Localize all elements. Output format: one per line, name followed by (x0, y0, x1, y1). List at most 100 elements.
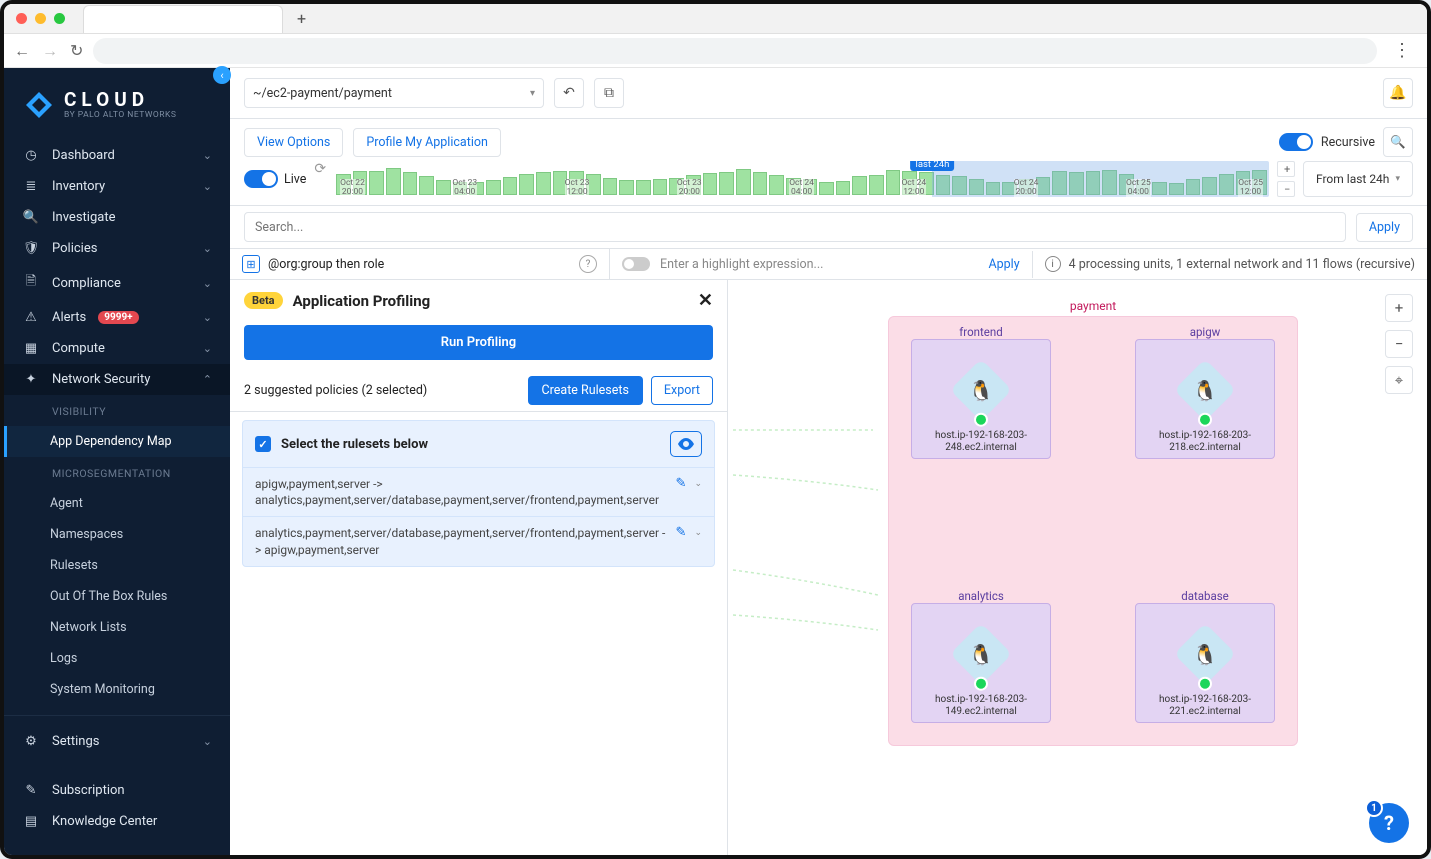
sidebar-nav: ◷Dashboard⌄ ≣Inventory⌄ 🔍Investigate 🛡Po… (4, 136, 230, 855)
graph-node-analytics[interactable]: analytics 🐧 host.ip-192-168-203-149.ec2.… (911, 603, 1051, 723)
panel-header: Beta Application Profiling ✕ (230, 280, 727, 321)
graph-node-apigw[interactable]: apigw 🐧 host.ip-192-168-203-218.ec2.inte… (1135, 339, 1275, 459)
sidebar-item-investigate[interactable]: 🔍Investigate (4, 202, 230, 233)
create-rulesets-button[interactable]: Create Rulesets (528, 376, 643, 405)
ruleset-row[interactable]: apigw,payment,server -> analytics,paymen… (243, 467, 714, 516)
graph-zoom-out[interactable]: − (1385, 330, 1413, 358)
sidebar-item-policies[interactable]: 🛡Policies⌄ (4, 233, 230, 264)
book-icon: ▤ (22, 814, 40, 829)
sidebar-item-settings[interactable]: ⚙Settings⌄ (4, 726, 230, 757)
live-indicator: Live (244, 161, 306, 197)
info-icon: i (1045, 256, 1061, 272)
sidebar-item-agent[interactable]: Agent (4, 488, 230, 519)
sidebar-item-system-monitoring[interactable]: System Monitoring (4, 674, 230, 705)
search-input[interactable] (244, 212, 1346, 242)
graph-node-frontend[interactable]: frontend 🐧 host.ip-192-168-203-248.ec2.i… (911, 339, 1051, 459)
panel-title: Application Profiling (293, 292, 431, 310)
sidebar-item-logs[interactable]: Logs (4, 643, 230, 674)
app-window: + ← → ↻ ⋮ ‹ CLOUD BY PALO ALTO NETWORKS (0, 0, 1431, 859)
sidebar-item-network-security[interactable]: ✦Network Security⌃ (4, 364, 230, 395)
panel-close-button[interactable]: ✕ (698, 290, 713, 311)
search-button[interactable]: 🔍 (1383, 127, 1413, 157)
content-split: Beta Application Profiling ✕ Run Profili… (230, 280, 1427, 855)
node-label: analytics (912, 589, 1050, 603)
undo-button[interactable]: ↶ (554, 78, 584, 108)
sidebar-item-network-lists[interactable]: Network Lists (4, 612, 230, 643)
new-tab-button[interactable]: + (291, 9, 312, 28)
back-button[interactable]: ← (14, 41, 30, 61)
help-fab[interactable]: ?1 (1369, 803, 1409, 843)
browser-menu-button[interactable]: ⋮ (1387, 40, 1417, 61)
brand-logo: CLOUD BY PALO ALTO NETWORKS (4, 68, 230, 136)
notifications-button[interactable]: 🔔 (1383, 78, 1413, 108)
highlight-input[interactable]: Enter a highlight expression... (660, 257, 978, 272)
reload-button[interactable]: ↻ (70, 41, 83, 61)
sidebar-item-inventory[interactable]: ≣Inventory⌄ (4, 171, 230, 202)
select-all-checkbox[interactable]: ✓ (255, 436, 271, 452)
sidebar-collapse-button[interactable]: ‹ (213, 66, 231, 84)
window-controls[interactable] (16, 13, 65, 24)
group-by-control[interactable]: ⊞ @org:group then role ? (230, 249, 610, 279)
sidebar-item-alerts[interactable]: ⚠Alerts9999+⌄ (4, 302, 230, 333)
view-options-button[interactable]: View Options (244, 128, 343, 157)
browser-titlebar: + (4, 4, 1427, 34)
sidebar-item-compliance[interactable]: 🗎Compliance⌄ (4, 264, 230, 302)
close-window-icon[interactable] (16, 13, 27, 24)
time-range-select[interactable]: From last 24h ▾ (1303, 161, 1413, 197)
dependency-graph[interactable]: + − ⌖ (728, 280, 1427, 855)
sidebar-item-app-dependency-map[interactable]: App Dependency Map (4, 426, 230, 457)
highlight-toggle[interactable] (622, 257, 650, 271)
gauge-icon: ◷ (22, 148, 40, 163)
timeline-zoom-in[interactable]: + (1277, 161, 1295, 177)
highlight-apply-link[interactable]: Apply (988, 257, 1019, 272)
refresh-button[interactable]: ⟳ (314, 161, 326, 197)
browser-urlbar: ← → ↻ ⋮ (4, 34, 1427, 68)
preview-button[interactable] (670, 431, 702, 457)
chevron-down-icon[interactable]: ⌄ (694, 479, 702, 489)
graph-group-payment[interactable]: payment frontend 🐧 host.ip-192-168-203-2… (888, 316, 1298, 746)
timeline-zoom-out[interactable]: − (1277, 181, 1295, 197)
edit-icon[interactable]: ✎ (676, 476, 687, 491)
main-content: ~/ec2-payment/payment ▾ ↶ ⧉ 🔔 View Optio… (230, 68, 1427, 855)
recursive-toggle[interactable] (1279, 133, 1313, 151)
status-badge (974, 677, 988, 691)
node-label: database (1136, 589, 1274, 603)
sidebar-item-namespaces[interactable]: Namespaces (4, 519, 230, 550)
copy-button[interactable]: ⧉ (594, 78, 624, 108)
section-microsegmentation: MICROSEGMENTATION (4, 457, 230, 488)
graph-node-database[interactable]: database 🐧 host.ip-192-168-203-221.ec2.i… (1135, 603, 1275, 723)
sidebar-item-subscription[interactable]: ✎Subscription (4, 775, 230, 806)
sidebar-item-dashboard[interactable]: ◷Dashboard⌄ (4, 140, 230, 171)
section-visibility: VISIBILITY (4, 395, 230, 426)
maximize-window-icon[interactable] (54, 13, 65, 24)
chevron-down-icon[interactable]: ⌄ (694, 528, 702, 538)
minimize-window-icon[interactable] (35, 13, 46, 24)
browser-nav: ← → ↻ (14, 41, 83, 61)
sidebar-item-knowledge-center[interactable]: ▤Knowledge Center (4, 806, 230, 837)
beta-badge: Beta (244, 292, 283, 309)
namespace-path-input[interactable]: ~/ec2-payment/payment ▾ (244, 78, 544, 108)
address-bar[interactable] (93, 38, 1377, 64)
sidebar-item-rulesets[interactable]: Rulesets (4, 550, 230, 581)
divider (4, 715, 230, 716)
timeline[interactable]: last 24h Oct 2220:00Oct 2304:00Oct 2312:… (334, 161, 1269, 197)
browser-tab[interactable] (83, 5, 283, 33)
search-apply-button[interactable]: Apply (1356, 213, 1413, 242)
forward-button[interactable]: → (42, 41, 58, 61)
ruleset-row[interactable]: analytics,payment,server/database,paymen… (243, 516, 714, 565)
live-toggle[interactable] (244, 170, 278, 188)
node-host: host.ip-192-168-203-221.ec2.internal (1140, 694, 1270, 718)
run-profiling-button[interactable]: Run Profiling (244, 325, 713, 360)
rulesets-header: Select the rulesets below (281, 437, 428, 452)
graph-fit[interactable]: ⌖ (1385, 366, 1413, 394)
linux-icon: 🐧 (969, 642, 994, 666)
help-icon[interactable]: ? (579, 255, 597, 273)
edit-icon[interactable]: ✎ (676, 525, 687, 540)
sidebar-item-compute[interactable]: ▦Compute⌄ (4, 333, 230, 364)
profile-application-button[interactable]: Profile My Application (353, 128, 501, 157)
status-badge (974, 413, 988, 427)
graph-zoom-in[interactable]: + (1385, 294, 1413, 322)
export-button[interactable]: Export (651, 376, 713, 405)
sidebar-item-ootb-rules[interactable]: Out Of The Box Rules (4, 581, 230, 612)
network-icon: ✦ (22, 372, 40, 387)
